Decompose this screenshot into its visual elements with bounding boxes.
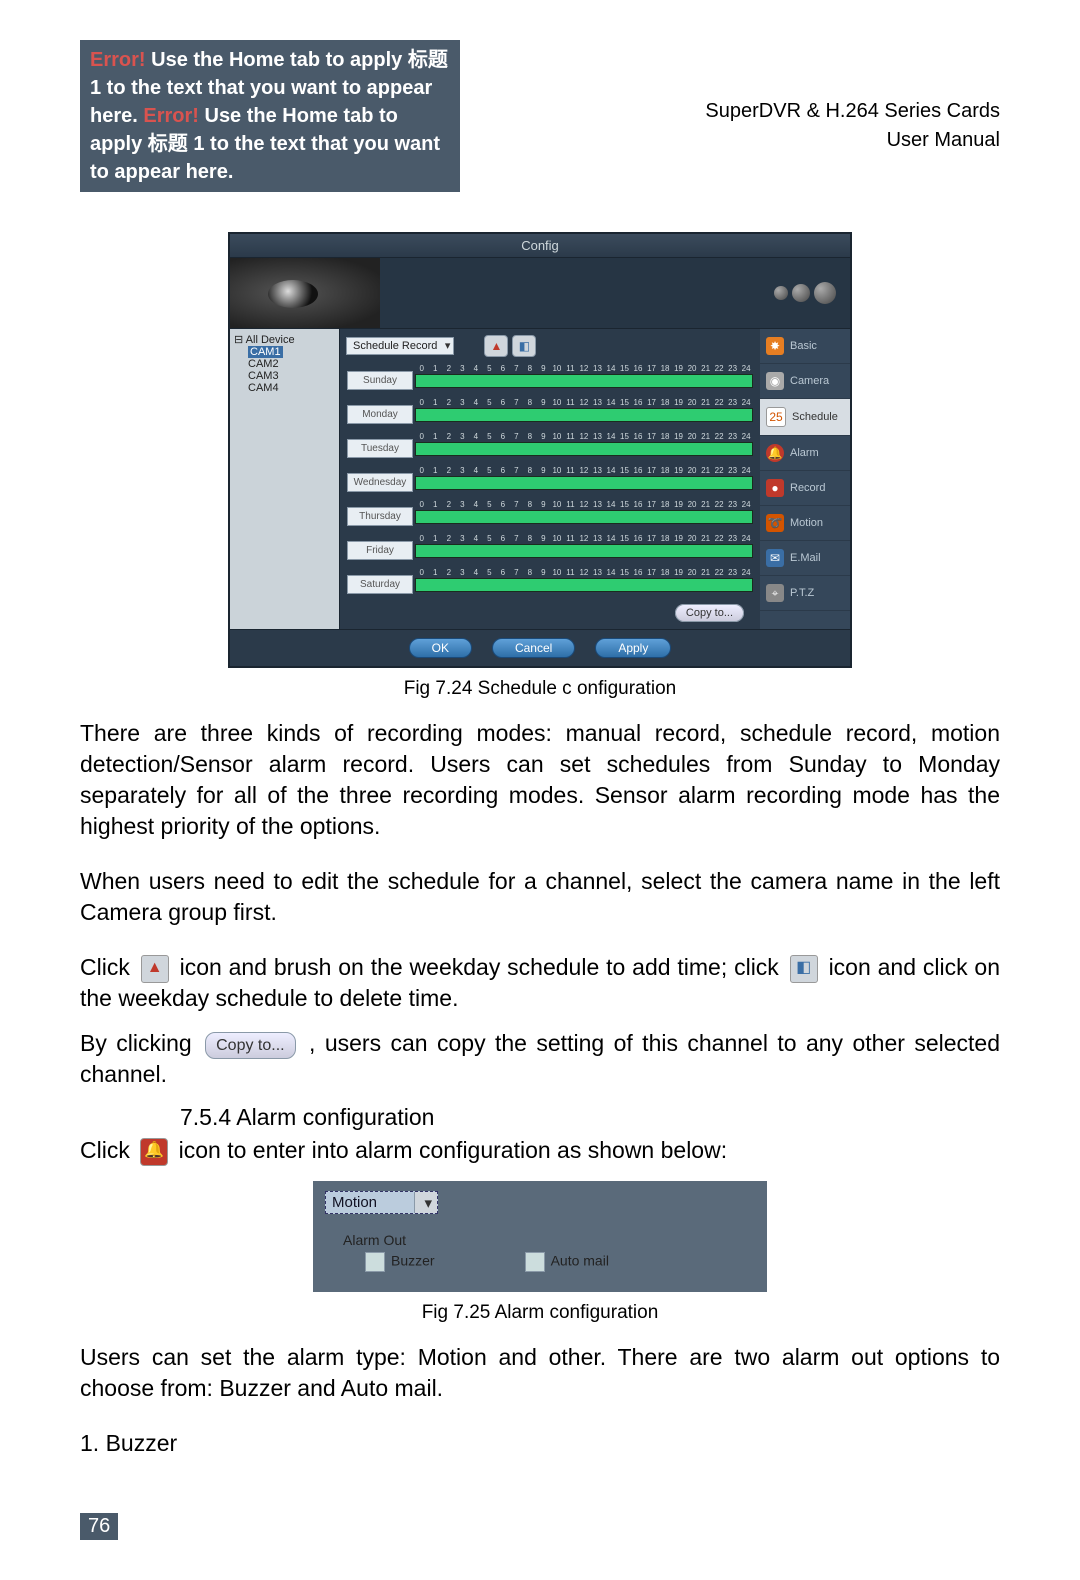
cancel-button[interactable]: Cancel — [492, 638, 575, 658]
config-button-row: OK Cancel Apply — [230, 629, 850, 666]
copy-to-inline-button: Copy to... — [205, 1032, 295, 1060]
config-title: Config — [230, 234, 850, 258]
fig-7-24-caption: Fig 7.24 Schedule c onfiguration — [80, 678, 1000, 700]
side-schedule[interactable]: 25Schedule — [760, 399, 850, 436]
erase-time-inline-icon: ◧ — [790, 955, 818, 983]
add-time-inline-icon: ▲ — [141, 955, 169, 983]
side-email[interactable]: ✉E.Mail — [760, 541, 850, 576]
day-label: Tuesday — [347, 439, 413, 458]
eye-logo — [230, 258, 380, 328]
motion-icon: ➰ — [766, 514, 784, 532]
email-icon: ✉ — [766, 549, 784, 567]
tree-cam2[interactable]: CAM2 — [248, 358, 335, 370]
day-label: Saturday — [347, 575, 413, 594]
erase-time-icon[interactable]: ◧ — [512, 335, 536, 357]
tree-root: ⊟ All Device — [234, 333, 335, 346]
record-mode-select[interactable]: Schedule Record — [346, 337, 454, 355]
product-line-2: User Manual — [705, 129, 1000, 152]
day-label: Monday — [347, 405, 413, 424]
error-prefix: Error! — [90, 49, 146, 71]
fig-7-25-caption: Fig 7.25 Alarm configuration — [80, 1302, 1000, 1324]
alarm-inline-icon: 🔔 — [140, 1138, 168, 1166]
config-banner — [230, 258, 850, 329]
checkbox-icon — [525, 1252, 545, 1272]
automail-checkbox[interactable]: Auto mail — [525, 1252, 609, 1272]
alarm-config-box: Motion Alarm Out Buzzer Auto mail — [313, 1181, 767, 1292]
alarm-click-line: Click 🔔 icon to enter into alarm configu… — [80, 1135, 1000, 1166]
tree-cam4[interactable]: CAM4 — [248, 382, 335, 394]
checkbox-icon — [365, 1252, 385, 1272]
schedule-bar[interactable] — [415, 442, 753, 456]
config-window: Config ⊟ All Device CAM1 CAM2 CAM3 CAM4 … — [228, 232, 852, 668]
ptz-icon: ⌖ — [766, 584, 784, 602]
schedule-icon: 25 — [766, 407, 786, 427]
side-camera[interactable]: ◉Camera — [760, 364, 850, 399]
day-label: Thursday — [347, 507, 413, 526]
paragraph-1: There are three kinds of recording modes… — [80, 718, 1000, 842]
day-label: Wednesday — [347, 473, 413, 492]
paragraph-3: Users can set the alarm type: Motion and… — [80, 1342, 1000, 1404]
copy-to-line: By clicking Copy to... , users can copy … — [80, 1028, 1000, 1090]
paragraph-2: When users need to edit the schedule for… — [80, 866, 1000, 928]
side-record[interactable]: ●Record — [760, 471, 850, 506]
copy-to-button[interactable]: Copy to... — [675, 604, 744, 622]
error-prefix-2: Error! — [143, 105, 199, 127]
product-line-1: SuperDVR & H.264 Series Cards — [705, 100, 1000, 123]
schedule-bar[interactable] — [415, 374, 753, 388]
page-number: 76 — [80, 1513, 118, 1540]
schedule-bar[interactable] — [415, 408, 753, 422]
buzzer-checkbox[interactable]: Buzzer — [365, 1252, 435, 1272]
bubbles-graphic — [760, 258, 850, 328]
add-time-icon[interactable]: ▲ — [484, 335, 508, 357]
day-label: Sunday — [347, 371, 413, 390]
schedule-bar[interactable] — [415, 544, 753, 558]
camera-icon: ◉ — [766, 372, 784, 390]
day-label: Friday — [347, 541, 413, 560]
side-basic[interactable]: ✸Basic — [760, 329, 850, 364]
side-motion[interactable]: ➰Motion — [760, 506, 850, 541]
config-side-menu: ✸Basic ◉Camera 25Schedule 🔔Alarm ●Record… — [760, 329, 850, 629]
page-header: Error! Use the Home tab to apply 标题 1 to… — [80, 40, 1000, 192]
ok-button[interactable]: OK — [409, 638, 472, 658]
schedule-panel: Schedule Record ▲ ◧ Sunday01234567891011… — [340, 329, 760, 629]
schedule-bar[interactable] — [415, 476, 753, 490]
side-alarm[interactable]: 🔔Alarm — [760, 436, 850, 471]
side-ptz[interactable]: ⌖P.T.Z — [760, 576, 850, 611]
gear-icon: ✸ — [766, 337, 784, 355]
tree-cam1[interactable]: CAM1 — [248, 346, 283, 358]
list-item-1: 1. Buzzer — [80, 1428, 1000, 1459]
section-7-5-4: 7.5.4 Alarm configuration — [180, 1104, 1000, 1131]
alarm-icon: 🔔 — [766, 444, 784, 462]
alarm-type-select[interactable]: Motion — [325, 1191, 438, 1214]
product-title: SuperDVR & H.264 Series Cards User Manua… — [705, 40, 1000, 158]
tree-cam3[interactable]: CAM3 — [248, 370, 335, 382]
apply-button[interactable]: Apply — [595, 638, 671, 658]
device-tree[interactable]: ⊟ All Device CAM1 CAM2 CAM3 CAM4 — [230, 329, 340, 629]
record-icon: ● — [766, 479, 784, 497]
schedule-bar[interactable] — [415, 578, 753, 592]
click-brush-line: Click ▲ icon and brush on the weekday sc… — [80, 952, 1000, 1014]
error-header-box: Error! Use the Home tab to apply 标题 1 to… — [80, 40, 460, 192]
alarm-out-group-label: Alarm Out — [343, 1232, 755, 1248]
schedule-bar[interactable] — [415, 510, 753, 524]
